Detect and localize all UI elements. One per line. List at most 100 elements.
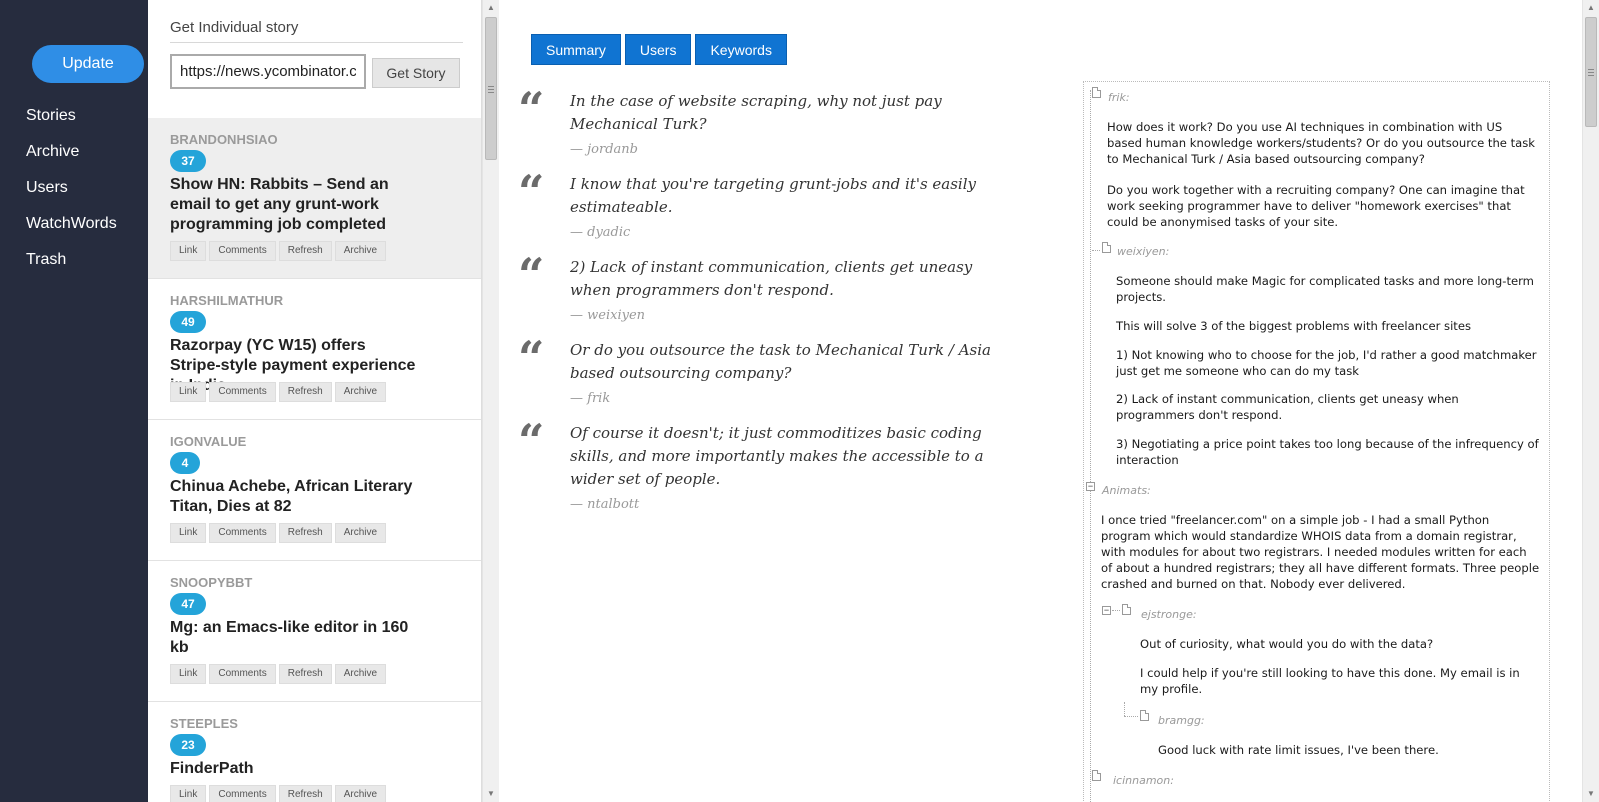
link-button[interactable]: Link [170,785,207,802]
comment-author[interactable]: frik: [1108,91,1130,104]
story-list-scrollbar[interactable]: ▲ ▼ [482,0,499,802]
comments-button[interactable]: Comments [209,382,276,402]
collapse-toggle-icon[interactable]: − [1102,606,1111,615]
quote-author: — jordanb [570,142,638,157]
story-title[interactable]: Mg: an Emacs-like editor in 160 kb [170,618,420,658]
tab-keywords[interactable]: Keywords [695,34,787,65]
link-button[interactable]: Link [170,664,207,684]
comment-author[interactable]: ejstronge: [1141,608,1197,621]
comment-text: 2) Lack of instant communication, client… [1116,392,1459,422]
tab-summary[interactable]: Summary [531,34,621,65]
get-story-heading: Get Individual story [170,19,299,36]
divider [170,42,463,43]
story-actions: Link Comments Refresh Archive [170,785,387,802]
document-icon [1092,770,1101,781]
comment-count-badge: 47 [170,593,206,615]
scroll-up-arrow-icon[interactable]: ▲ [1583,0,1599,16]
nav-item-watchwords[interactable]: WatchWords [26,215,117,233]
story-author[interactable]: IGONVALUE [170,434,246,449]
comment-text: 1) Not knowing who to choose for the job… [1116,348,1537,378]
document-icon [1102,242,1111,253]
comment-author[interactable]: weixiyen: [1117,245,1169,258]
sidebar-nav: Update Stories Archive Users WatchWords … [0,0,148,802]
archive-button[interactable]: Archive [334,241,387,261]
archive-button[interactable]: Archive [334,785,387,802]
quote-author: — ntalbott [570,497,640,512]
refresh-button[interactable]: Refresh [278,382,332,402]
comment-text: I could help if you're still looking to … [1140,666,1520,696]
comment-tree: frik: How does it work? Do you use AI te… [1083,81,1550,802]
quote-author: — dyadic [570,225,631,240]
comments-button[interactable]: Comments [209,785,276,802]
page-scrollbar[interactable]: ▲ ▼ [1582,0,1599,802]
comment-text: Out of curiosity, what would you do with… [1140,637,1434,651]
comment-text: This will solve 3 of the biggest problem… [1116,319,1472,333]
document-icon [1140,710,1149,721]
get-story-button[interactable]: Get Story [372,58,460,88]
comments-button[interactable]: Comments [209,241,276,261]
comment-author[interactable]: bramgg: [1158,714,1205,727]
collapse-toggle-icon[interactable]: − [1086,482,1095,491]
archive-button[interactable]: Archive [334,664,387,684]
quote-text: In the case of website scraping, why not… [570,92,942,133]
quote-text: Of course it doesn't; it just commoditiz… [570,424,984,488]
comments-button[interactable]: Comments [209,523,276,543]
story-item[interactable]: IGONVALUE 4 Chinua Achebe, African Liter… [148,420,481,561]
comment-text: Good luck with rate limit issues, I've b… [1158,743,1439,757]
tree-line [1124,702,1125,716]
comment-author[interactable]: Animats: [1102,484,1151,497]
quote-mark-icon: “ [518,248,545,302]
story-actions: Link Comments Refresh Archive [170,382,387,402]
story-title[interactable]: FinderPath [170,759,420,779]
tree-line [1090,90,1091,802]
quote-text: I know that you're targeting grunt-jobs … [570,175,977,216]
story-item[interactable]: BRANDONHSIAO 37 Show HN: Rabbits – Send … [148,118,481,279]
scrollbar-thumb[interactable] [485,17,497,160]
story-actions: Link Comments Refresh Archive [170,664,387,684]
tree-line [1112,610,1120,611]
nav-item-stories[interactable]: Stories [26,107,76,125]
link-button[interactable]: Link [170,523,207,543]
refresh-button[interactable]: Refresh [278,664,332,684]
comment-author[interactable]: icinnamon: [1113,774,1174,787]
story-author[interactable]: BRANDONHSIAO [170,132,278,147]
scroll-down-arrow-icon[interactable]: ▼ [483,786,499,802]
refresh-button[interactable]: Refresh [278,785,332,802]
story-author[interactable]: SNOOPYBBT [170,575,252,590]
nav-item-archive[interactable]: Archive [26,143,79,161]
story-title[interactable]: Show HN: Rabbits – Send an email to get … [170,175,420,235]
story-title[interactable]: Chinua Achebe, African Literary Titan, D… [170,477,420,517]
comment-count-badge: 37 [170,150,206,172]
scroll-up-arrow-icon[interactable]: ▲ [483,0,499,16]
story-author[interactable]: STEEPLES [170,716,238,731]
story-url-input[interactable] [170,54,366,89]
story-item[interactable]: SNOOPYBBT 47 Mg: an Emacs-like editor in… [148,561,481,702]
refresh-button[interactable]: Refresh [278,523,332,543]
story-author[interactable]: HARSHILMATHUR [170,293,283,308]
link-button[interactable]: Link [170,241,207,261]
story-item[interactable]: HARSHILMATHUR 49 Razorpay (YC W15) offer… [148,279,481,420]
story-actions: Link Comments Refresh Archive [170,241,387,261]
tab-users[interactable]: Users [624,34,692,65]
archive-button[interactable]: Archive [334,382,387,402]
comment-text: Do you work together with a recruiting c… [1107,183,1525,229]
link-button[interactable]: Link [170,382,207,402]
quote-mark-icon: “ [518,82,545,136]
scrollbar-thumb[interactable] [1585,17,1597,127]
archive-button[interactable]: Archive [334,523,387,543]
story-actions: Link Comments Refresh Archive [170,523,387,543]
comment-count-badge: 23 [170,734,206,756]
comment-text: How does it work? Do you use AI techniqu… [1107,120,1536,166]
comments-button[interactable]: Comments [209,664,276,684]
update-button[interactable]: Update [32,45,144,83]
app-window: Update Stories Archive Users WatchWords … [0,0,1599,802]
nav-item-users[interactable]: Users [26,179,68,197]
refresh-button[interactable]: Refresh [278,241,332,261]
scroll-down-arrow-icon[interactable]: ▼ [1583,786,1599,802]
quote-text: Or do you outsource the task to Mechanic… [570,341,991,382]
story-item[interactable]: STEEPLES 23 FinderPath Link Comments Ref… [148,702,481,802]
nav-item-trash[interactable]: Trash [26,251,66,269]
document-icon [1122,604,1131,615]
comment-text: I once tried "freelancer.com" on a simpl… [1101,513,1540,591]
quote-mark-icon: “ [518,414,545,468]
